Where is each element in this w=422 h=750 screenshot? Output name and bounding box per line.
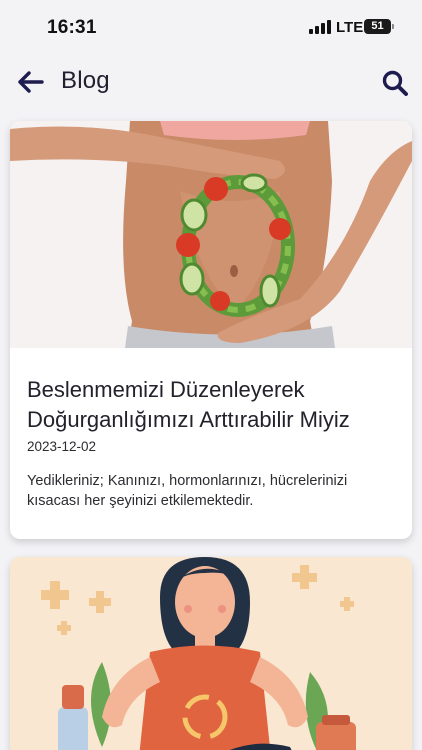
post-illustration <box>10 121 412 348</box>
app-bar: Blog <box>0 52 422 112</box>
status-time: 16:31 <box>47 17 97 38</box>
post-date: 2023-12-02 <box>27 439 97 454</box>
battery-icon: 51 <box>364 19 391 34</box>
status-bar: 16:31 LTE 51 <box>0 0 422 52</box>
post-title: Beslenmemizi Düzenleyerek Doğurganlığımı… <box>27 377 350 432</box>
network-label: LTE <box>336 19 364 36</box>
post-illustration <box>10 557 412 750</box>
post-image <box>10 121 412 348</box>
blog-post-card[interactable]: Beslenmemizi Düzenleyerek Doğurganlığımı… <box>10 121 412 539</box>
signal-icon <box>309 20 331 34</box>
page-title: Blog <box>61 67 110 94</box>
blog-screen: 16:31 LTE 51 Blog Beslenmemizi Düzenleye… <box>0 0 422 750</box>
post-excerpt: Yedikleriniz; Kanınızı, hormonlarınızı, … <box>27 473 348 509</box>
back-button[interactable] <box>14 66 48 98</box>
arrow-left-icon <box>18 71 44 93</box>
battery-level: 51 <box>371 20 384 32</box>
blog-post-card[interactable] <box>10 557 412 750</box>
search-icon <box>382 70 408 96</box>
search-button[interactable] <box>378 66 412 100</box>
battery-cap <box>392 24 394 29</box>
